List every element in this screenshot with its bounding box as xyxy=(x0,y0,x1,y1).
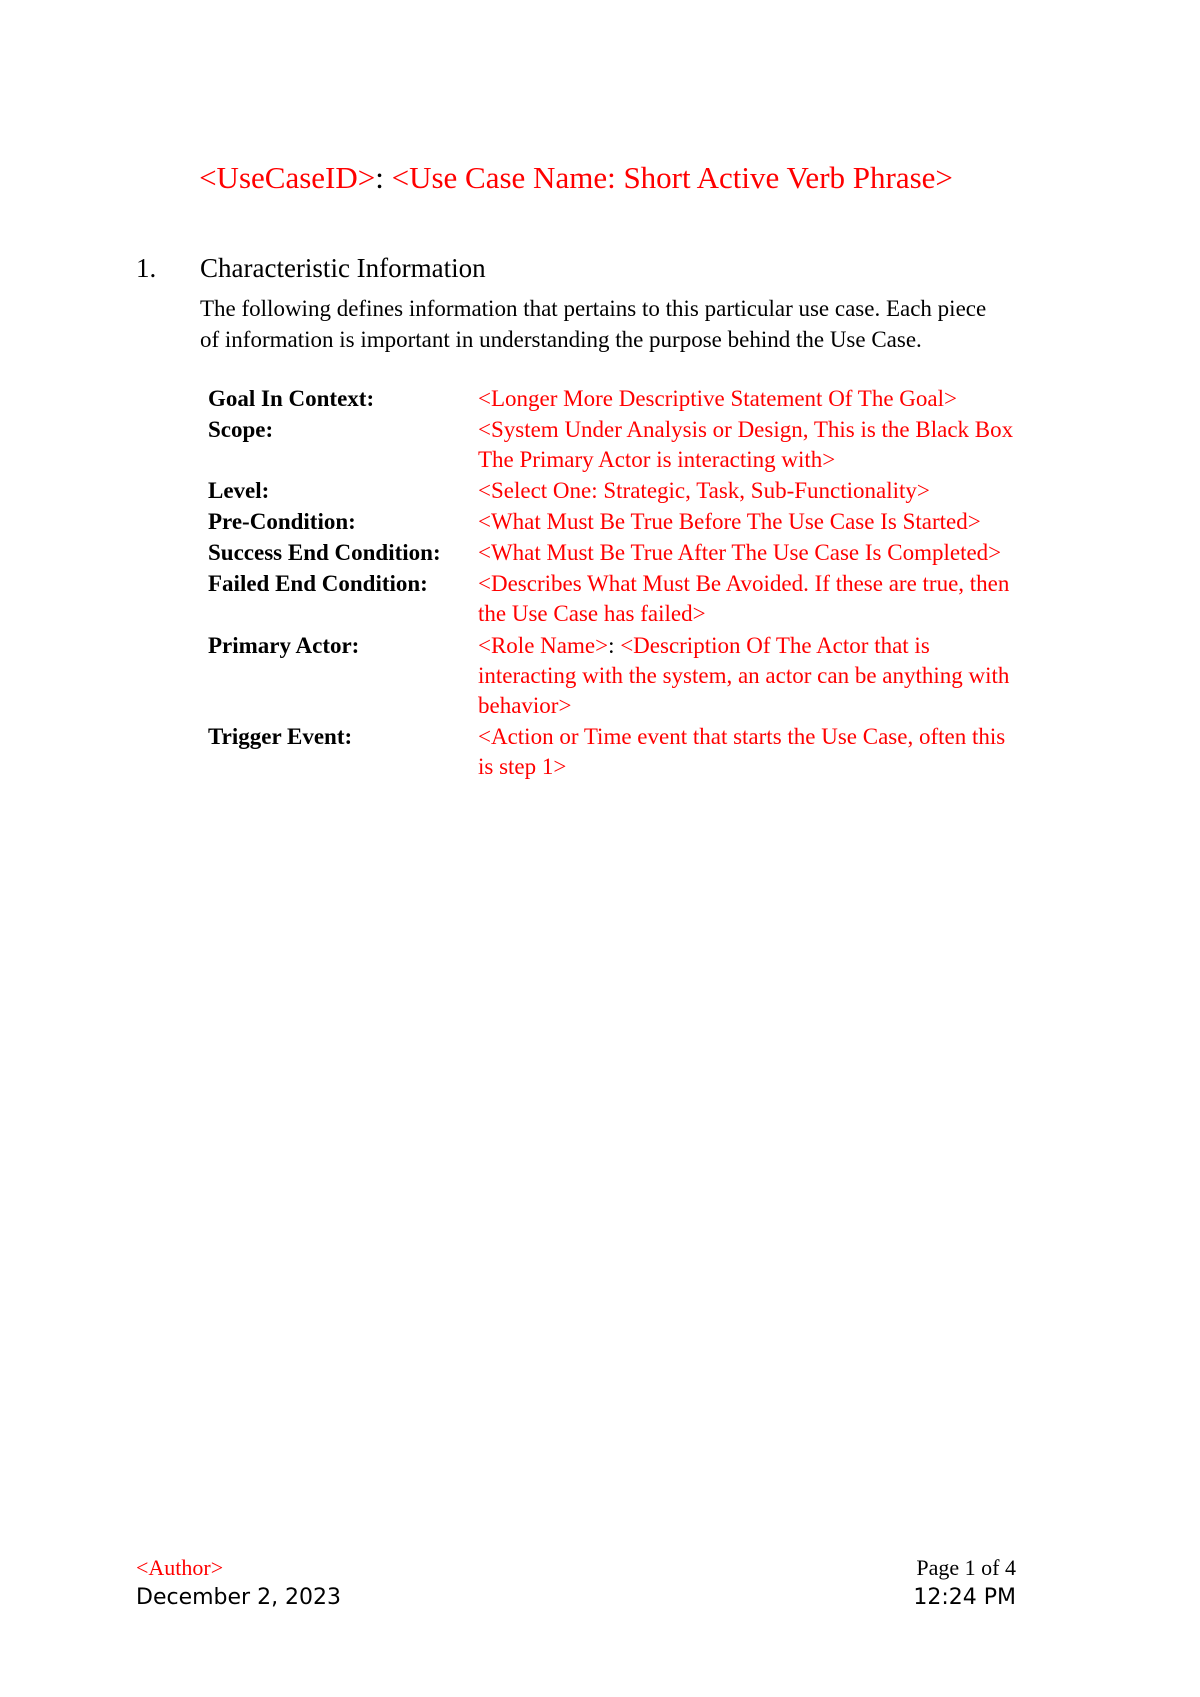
section-title: Characteristic Information xyxy=(200,252,486,283)
page-title-usecase-id: <UseCaseID> xyxy=(199,160,376,195)
footer-row-bottom: December 2, 2023 12:24 PM xyxy=(136,1583,1016,1613)
attribute-value-goal-in-context: <Longer More Descriptive Statement Of Th… xyxy=(478,385,957,411)
section-intro-paragraph: The following defines information that p… xyxy=(200,295,987,352)
attribute-value-trigger-event: <Action or Time event that starts the Us… xyxy=(478,723,1006,780)
attribute-value-scope: <System Under Analysis or Design, This i… xyxy=(478,416,1014,472)
footer-time: 12:24 PM xyxy=(913,1584,1016,1610)
table-row: Primary Actor: <Role Name>: <Description… xyxy=(208,631,1018,722)
section-heading: 1. Characteristic Information xyxy=(136,252,1016,284)
attribute-value-primary-actor: <Role Name>: <Description Of The Actor t… xyxy=(478,631,1018,722)
attribute-value-failed-end-condition: <Describes What Must Be Avoided. If thes… xyxy=(478,571,1010,627)
primary-actor-role-name: <Role Name> xyxy=(478,632,609,658)
attribute-value-level: <Select One: Strategic, Task, Sub-Functi… xyxy=(478,477,930,503)
attribute-label-primary-actor: Primary Actor: xyxy=(208,632,360,658)
table-row: Scope: <System Under Analysis or Design,… xyxy=(208,415,1018,476)
attribute-value-pre-condition: <What Must Be True Before The Use Case I… xyxy=(478,509,981,535)
attribute-label-level: Level: xyxy=(208,477,270,503)
footer-date: December 2, 2023 xyxy=(136,1584,342,1610)
attribute-label-trigger-event: Trigger Event: xyxy=(208,723,353,749)
section-number: 1. xyxy=(136,252,157,283)
page-title: <UseCaseID>: <Use Case Name: Short Activ… xyxy=(136,0,1016,197)
attribute-label-scope: Scope: xyxy=(208,416,274,442)
attribute-label-success-end-condition: Success End Condition: xyxy=(208,540,441,566)
document-body: <UseCaseID>: <Use Case Name: Short Activ… xyxy=(136,0,1016,783)
footer-row-top: <Author> Page 1 of 4 xyxy=(136,1553,1016,1583)
footer-page-number: Page 1 of 4 xyxy=(916,1555,1016,1580)
attribute-label-goal-in-context: Goal In Context: xyxy=(208,385,375,411)
attribute-value-success-end-condition: <What Must Be True After The Use Case Is… xyxy=(478,540,1002,566)
document-page: <UseCaseID>: <Use Case Name: Short Activ… xyxy=(0,0,1200,1697)
attribute-label-pre-condition: Pre-Condition: xyxy=(208,509,356,535)
page-footer: <Author> Page 1 of 4 December 2, 2023 12… xyxy=(136,1553,1016,1612)
table-row: Trigger Event: <Action or Time event tha… xyxy=(208,722,1018,783)
table-row: Level: <Select One: Strategic, Task, Sub… xyxy=(208,476,1018,507)
table-row: Pre-Condition: <What Must Be True Before… xyxy=(208,507,1018,538)
table-row: Success End Condition: <What Must Be Tru… xyxy=(208,538,1018,569)
table-row: Goal In Context: <Longer More Descriptiv… xyxy=(208,384,1018,415)
attribute-label-failed-end-condition: Failed End Condition: xyxy=(208,571,428,597)
page-title-separator: : xyxy=(375,160,384,195)
footer-author: <Author> xyxy=(136,1555,224,1580)
characteristic-information-table: Goal In Context: <Longer More Descriptiv… xyxy=(208,384,1018,784)
primary-actor-separator: : xyxy=(608,632,615,658)
page-title-usecase-name: <Use Case Name: Short Active Verb Phrase… xyxy=(391,160,953,195)
table-row: Failed End Condition: <Describes What Mu… xyxy=(208,569,1018,630)
